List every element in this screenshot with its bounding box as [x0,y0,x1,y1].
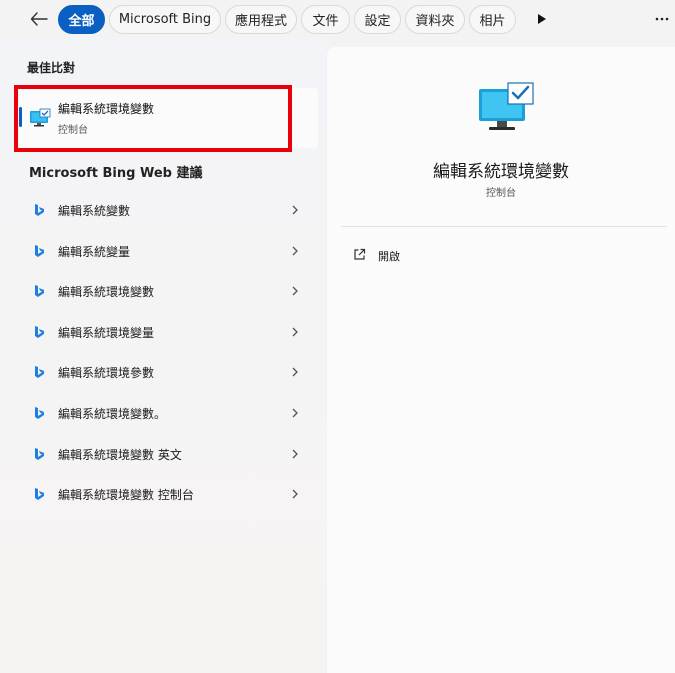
web-suggestions-list: 編輯系統變數 編輯系統變量 編輯系統環境變數 編輯系統環境變量 編輯系統環境參數… [0,190,326,515]
open-external-icon [354,248,366,260]
list-item-label: 編輯系統環境變數 [58,285,155,300]
detail-title: 編輯系統環境變數 [433,162,569,182]
bing-icon [35,204,44,216]
filter-documents-label: 文件 [312,14,339,29]
monitor-check-icon [479,82,534,130]
list-item[interactable]: 編輯系統變量 [0,231,326,272]
chevron-right-icon [292,489,298,499]
bing-icon [35,325,44,338]
list-item[interactable]: 編輯系統環境變量 [0,312,326,353]
search-filter-bar: 全部 Microsoft Bing 應用程式 文件 設定 資料夾 相片 [0,0,675,38]
back-button[interactable] [26,7,52,31]
filter-all-label: 全部 [68,14,95,29]
list-item-label: 編輯系統環境參數 [58,366,155,381]
best-match-item[interactable]: 編輯系統環境變數 控制台 [19,88,318,148]
best-match-heading: 最佳比對 [27,61,76,75]
filter-photos-label: 相片 [479,14,506,29]
filter-settings[interactable]: 設定 [354,5,401,34]
open-button[interactable]: 開啟 [349,246,469,266]
chevron-right-icon [292,408,298,418]
list-item-label: 編輯系統環境變數。 [58,406,167,421]
list-item[interactable]: 編輯系統環境變數 控制台 [0,474,326,515]
filter-photos[interactable]: 相片 [469,5,516,34]
list-item-label: 編輯系統環境變數 英文 [58,447,182,462]
chevron-right-icon [292,449,298,459]
monitor-check-icon [30,108,51,127]
list-item-label: 編輯系統變數 [58,204,131,218]
chevron-right-icon [292,367,298,377]
chevron-right-icon [292,286,298,296]
detail-pane: 編輯系統環境變數 控制台 開啟 [327,47,675,673]
bing-icon [35,244,44,257]
filter-all[interactable]: 全部 [58,5,105,34]
list-item[interactable]: 編輯系統環境變數 英文 [0,434,326,475]
list-item[interactable]: 編輯系統環境變數 [0,271,326,312]
detail-subtitle: 控制台 [486,188,516,199]
filter-folders-label: 資料夾 [415,14,455,29]
list-item[interactable]: 編輯系統環境參數 [0,352,326,393]
filter-documents[interactable]: 文件 [301,5,350,34]
bing-icon [35,285,44,298]
list-item-label: 編輯系統環境變量 [58,325,155,340]
more-filters-button[interactable] [533,11,551,27]
best-match-subtitle: 控制台 [58,125,88,136]
arrow-left-icon [30,12,48,26]
filter-bing[interactable]: Microsoft Bing [109,5,221,34]
bing-icon [35,366,44,379]
list-item[interactable]: 編輯系統變數 [0,190,326,231]
chevron-right-icon [292,205,298,215]
list-item-label: 編輯系統變量 [58,244,131,259]
play-icon [538,14,546,24]
web-suggestions-heading: Microsoft Bing Web 建議 [29,166,203,181]
chevron-right-icon [292,327,298,337]
list-item-label: 編輯系統環境變數 控制台 [58,488,194,503]
open-button-label: 開啟 [378,250,400,263]
more-options-button[interactable] [652,8,672,30]
divider [341,226,667,227]
filter-apps-label: 應用程式 [234,14,287,29]
selection-indicator [19,107,22,127]
chevron-right-icon [292,246,298,256]
filter-folders[interactable]: 資料夾 [405,5,465,34]
best-match-title: 編輯系統環境變數 [58,102,155,116]
bing-icon [35,406,44,419]
bing-icon [35,488,44,501]
filter-apps[interactable]: 應用程式 [225,5,297,34]
bing-icon [35,447,44,460]
list-item[interactable]: 編輯系統環境變數。 [0,393,326,434]
ellipsis-icon [655,17,669,21]
filter-bing-label: Microsoft Bing [118,12,212,27]
filter-settings-label: 設定 [364,14,391,29]
